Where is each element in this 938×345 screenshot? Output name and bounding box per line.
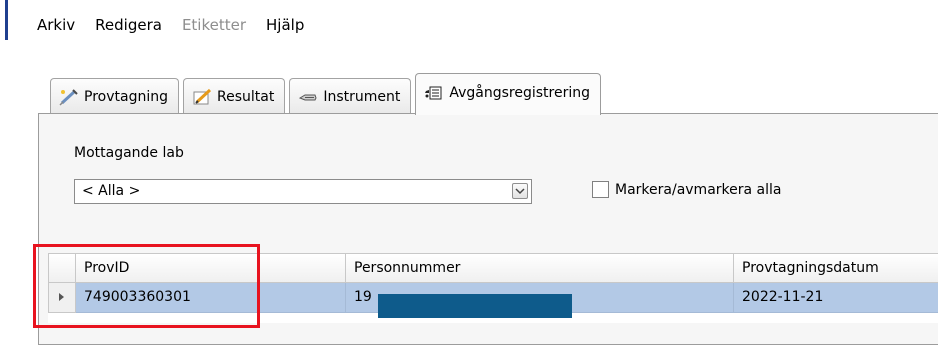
tab-label: Resultat	[216, 88, 275, 105]
select-value: < Alla >	[82, 183, 141, 199]
pencil-icon	[192, 88, 212, 106]
instrument-icon	[298, 88, 318, 106]
annotation-highlight-box	[33, 244, 260, 328]
tab-label: Instrument	[323, 88, 401, 105]
column-header-personnummer[interactable]: Personnummer	[346, 253, 734, 283]
select-all-toggle[interactable]: Markera/avmarkera alla	[592, 181, 781, 198]
redaction-bar	[378, 294, 572, 318]
menu-etiketter[interactable]: Etiketter	[182, 16, 246, 34]
menu-bar: Arkiv Redigera Etiketter Hjälp	[37, 14, 324, 36]
cell-provtagningsdatum[interactable]: 2022-11-21	[734, 283, 938, 313]
syringe-icon	[59, 88, 79, 106]
tab-label: Provtagning	[84, 88, 168, 105]
tab-label: Avgångsregistrering	[449, 84, 590, 101]
truck-list-icon	[424, 84, 444, 102]
menu-arkiv[interactable]: Arkiv	[37, 16, 75, 34]
menu-hjalp[interactable]: Hjälp	[266, 16, 304, 34]
mottagande-lab-select[interactable]: < Alla >	[74, 179, 532, 204]
tab-strip: Provtagning Resultat Instrument Avgångsr…	[50, 70, 605, 115]
column-header-provtagningsdatum[interactable]: Provtagningsdatum	[734, 253, 938, 283]
select-all-checkbox[interactable]	[592, 181, 609, 198]
mottagande-lab-label: Mottagande lab	[74, 145, 184, 161]
tab-avgangsregistrering[interactable]: Avgångsregistrering	[415, 73, 601, 115]
tab-instrument[interactable]: Instrument	[289, 78, 412, 114]
chevron-down-icon[interactable]	[512, 183, 528, 199]
menu-redigera[interactable]: Redigera	[95, 16, 162, 34]
tab-provtagning[interactable]: Provtagning	[50, 78, 179, 114]
tab-resultat[interactable]: Resultat	[182, 78, 286, 114]
window-edge	[5, 0, 8, 40]
select-all-label: Markera/avmarkera alla	[615, 181, 782, 198]
